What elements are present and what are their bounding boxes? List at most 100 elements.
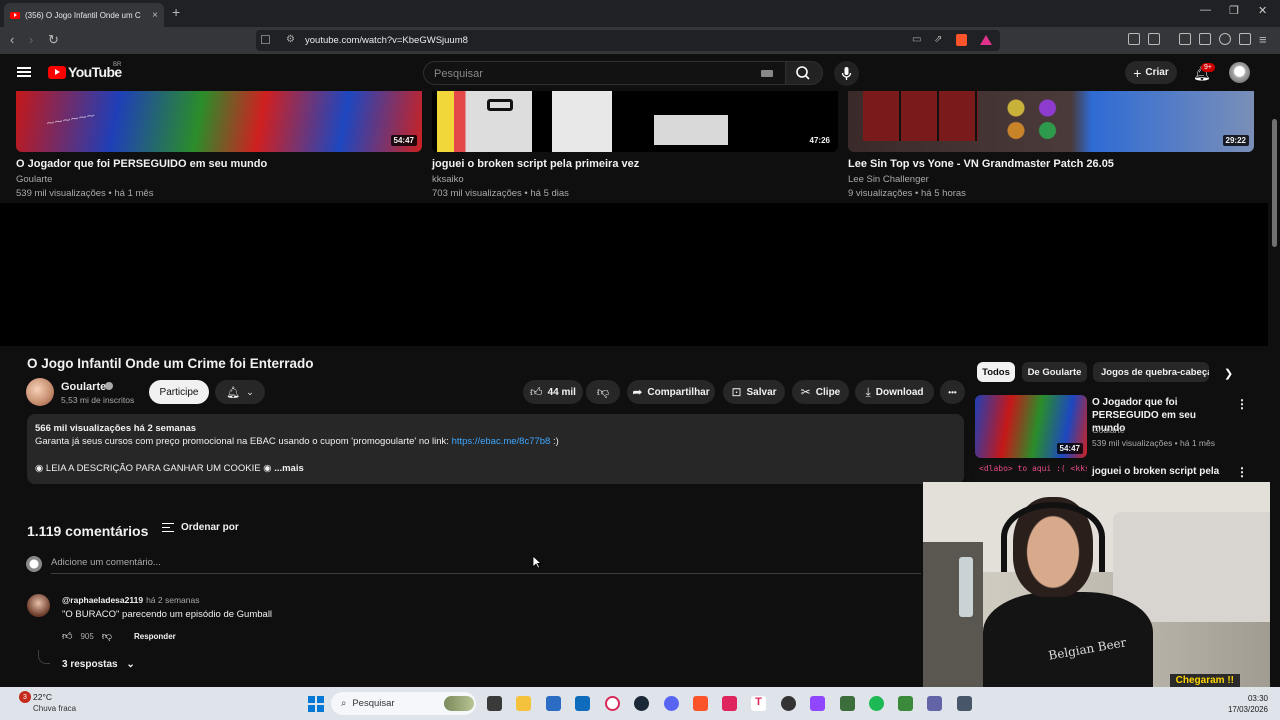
like-button[interactable]: 👍︎ 44 mil (523, 380, 583, 404)
scrollbar-thumb[interactable] (1272, 119, 1277, 247)
address-bar[interactable]: ☐ ⚙ youtube.com/watch?v=KbeGWSjuum8 ▭ ⇗ (256, 30, 1000, 51)
description-link[interactable]: https://ebac.me/8c77b8 (452, 436, 551, 447)
youtube-logo[interactable]: YouTube BR (48, 62, 122, 80)
app-icon[interactable] (840, 696, 855, 711)
comment-dislike-icon[interactable]: 👎︎ (102, 630, 112, 642)
bookmark-icon[interactable]: ☐ (260, 33, 271, 47)
search-button[interactable] (785, 61, 823, 85)
brave-rewards-icon[interactable] (980, 35, 992, 45)
minimize-icon[interactable]: — (1200, 4, 1211, 16)
cast-icon[interactable]: ▭ (912, 34, 921, 45)
menu-icon[interactable]: ≡ (1259, 32, 1267, 47)
description-box[interactable]: 566 mil visualizações há 2 semanas Garan… (27, 414, 964, 484)
comment-time[interactable]: há 2 semanas (146, 595, 199, 605)
browser-tab[interactable]: (356) O Jogo Infantil Onde um C × (4, 3, 164, 27)
text-app-icon[interactable]: T (751, 696, 766, 711)
video-thumbnail[interactable]: ~~~~~~ 54:47 (16, 91, 422, 152)
taskbar-search[interactable]: ⌕ Pesquisar (331, 692, 476, 715)
channel-name[interactable]: Goularte (16, 174, 422, 185)
windows-start-icon[interactable] (308, 696, 324, 712)
discord-icon[interactable] (664, 696, 679, 711)
sidebar-video-thumbnail[interactable]: 54:47 (975, 395, 1087, 458)
account-avatar[interactable] (1229, 62, 1250, 83)
chip-from-channel[interactable]: De Goularte (1022, 362, 1087, 382)
site-info-icon[interactable]: ⚙ (286, 34, 295, 45)
chip-all[interactable]: Todos (977, 362, 1015, 382)
sidebar-video-thumbnail[interactable]: <dlabo> to aqui :( <kksaiko> égua (975, 462, 1087, 482)
reload-icon[interactable]: ↻ (48, 32, 59, 48)
channel-name-main[interactable]: Goularte (61, 381, 106, 393)
restore-icon[interactable]: ❐ (1229, 4, 1239, 17)
forward-icon[interactable]: › (29, 32, 33, 47)
keyboard-icon[interactable] (761, 70, 773, 77)
teams-icon[interactable] (927, 696, 942, 711)
twitch-icon[interactable] (810, 696, 825, 711)
tab-search-icon[interactable] (1148, 33, 1160, 45)
tab-close-icon[interactable]: × (152, 10, 158, 21)
minecraft-icon[interactable] (898, 696, 913, 711)
sidebar-icon[interactable] (1179, 33, 1191, 45)
more-vert-icon[interactable]: ⋮ (1236, 397, 1248, 411)
sidebar-channel-name[interactable]: Goularte (1092, 425, 1125, 435)
dislike-button[interactable]: 👎︎ (586, 380, 620, 404)
chevron-right-icon[interactable]: ❯ (1224, 367, 1233, 380)
show-more-link[interactable]: ...mais (274, 463, 304, 474)
view-replies-button[interactable]: 3 respostas ⌄ (62, 659, 135, 670)
back-icon[interactable]: ‹ (10, 32, 14, 47)
close-window-icon[interactable]: ✕ (1258, 4, 1267, 17)
video-thumbnail[interactable]: 47:26 (432, 91, 838, 152)
new-tab-button[interactable]: + (172, 4, 180, 20)
security-app-icon[interactable] (957, 696, 972, 711)
page-scrollbar[interactable] (1270, 91, 1280, 687)
extensions-icon[interactable] (1128, 33, 1140, 45)
comment-author[interactable]: @raphaeladesa2119 (62, 595, 143, 605)
share-icon[interactable]: ⇗ (934, 34, 942, 45)
channel-name[interactable]: Lee Sin Challenger (848, 174, 1254, 185)
sidebar-video-title[interactable]: joguei o broken script pela (1092, 465, 1232, 478)
add-comment-input[interactable]: Adicione um comentário... (51, 557, 921, 574)
brave-shield-icon[interactable] (956, 34, 967, 46)
leo-ai-icon[interactable] (1219, 33, 1231, 45)
more-actions-button[interactable]: ••• (940, 380, 965, 404)
create-button[interactable]: + Criar (1125, 61, 1177, 84)
join-button[interactable]: Participe (149, 380, 209, 404)
more-vert-icon[interactable]: ⋮ (1236, 465, 1248, 479)
download-button[interactable]: ⤓ Download (855, 380, 934, 404)
store-icon[interactable] (546, 696, 561, 711)
steam-icon[interactable] (634, 696, 649, 711)
obs-icon[interactable] (781, 696, 796, 711)
video-title[interactable]: O Jogador que foi PERSEGUIDO em seu mund… (16, 158, 422, 170)
recommended-video-card[interactable]: 47:26 joguei o broken script pela primei… (432, 91, 838, 199)
sort-comments-button[interactable]: Ordenar por (162, 522, 239, 533)
share-button[interactable]: ➦ Compartilhar (627, 380, 715, 404)
vpn-icon[interactable] (1239, 33, 1251, 45)
clip-button[interactable]: ✂ Clipe (792, 380, 849, 404)
commenter-avatar[interactable] (27, 594, 50, 617)
video-thumbnail[interactable]: 29:22 (848, 91, 1254, 152)
channel-avatar[interactable] (26, 378, 54, 406)
video-title[interactable]: Lee Sin Top vs Yone - VN Grandmaster Pat… (848, 158, 1254, 170)
weather-condition: Chuva fraca (33, 704, 77, 713)
system-clock[interactable]: 03:30 17/03/2026 (1228, 693, 1268, 715)
task-view-icon[interactable] (487, 696, 502, 711)
voice-search-button[interactable] (834, 61, 859, 86)
chip-puzzle-games[interactable]: Jogos de quebra-cabeça (1093, 362, 1209, 382)
subscription-bell-button[interactable]: 🔔︎ ⌄ (215, 380, 265, 404)
brave-icon[interactable] (693, 696, 708, 711)
channel-name[interactable]: kksaiko (432, 174, 838, 185)
guide-menu-icon[interactable] (17, 67, 31, 77)
recommended-video-card[interactable]: ~~~~~~ 54:47 O Jogador que foi PERSEGUID… (16, 91, 422, 199)
recommended-video-card[interactable]: 29:22 Lee Sin Top vs Yone - VN Grandmast… (848, 91, 1254, 199)
spotify-icon[interactable] (869, 696, 884, 711)
comment-like-icon[interactable]: 👍︎ (62, 630, 72, 642)
tiktok-icon[interactable] (722, 696, 737, 711)
opera-icon[interactable] (605, 696, 620, 711)
search-box[interactable]: Pesquisar (423, 61, 786, 85)
save-button[interactable]: ⊡ Salvar (723, 380, 785, 404)
reply-button[interactable]: Responder (134, 632, 176, 641)
video-player[interactable] (0, 203, 1268, 346)
file-explorer-icon[interactable] (516, 696, 531, 711)
outlook-icon[interactable] (575, 696, 590, 711)
wallet-icon[interactable] (1199, 33, 1211, 45)
video-title[interactable]: joguei o broken script pela primeira vez (432, 158, 838, 170)
